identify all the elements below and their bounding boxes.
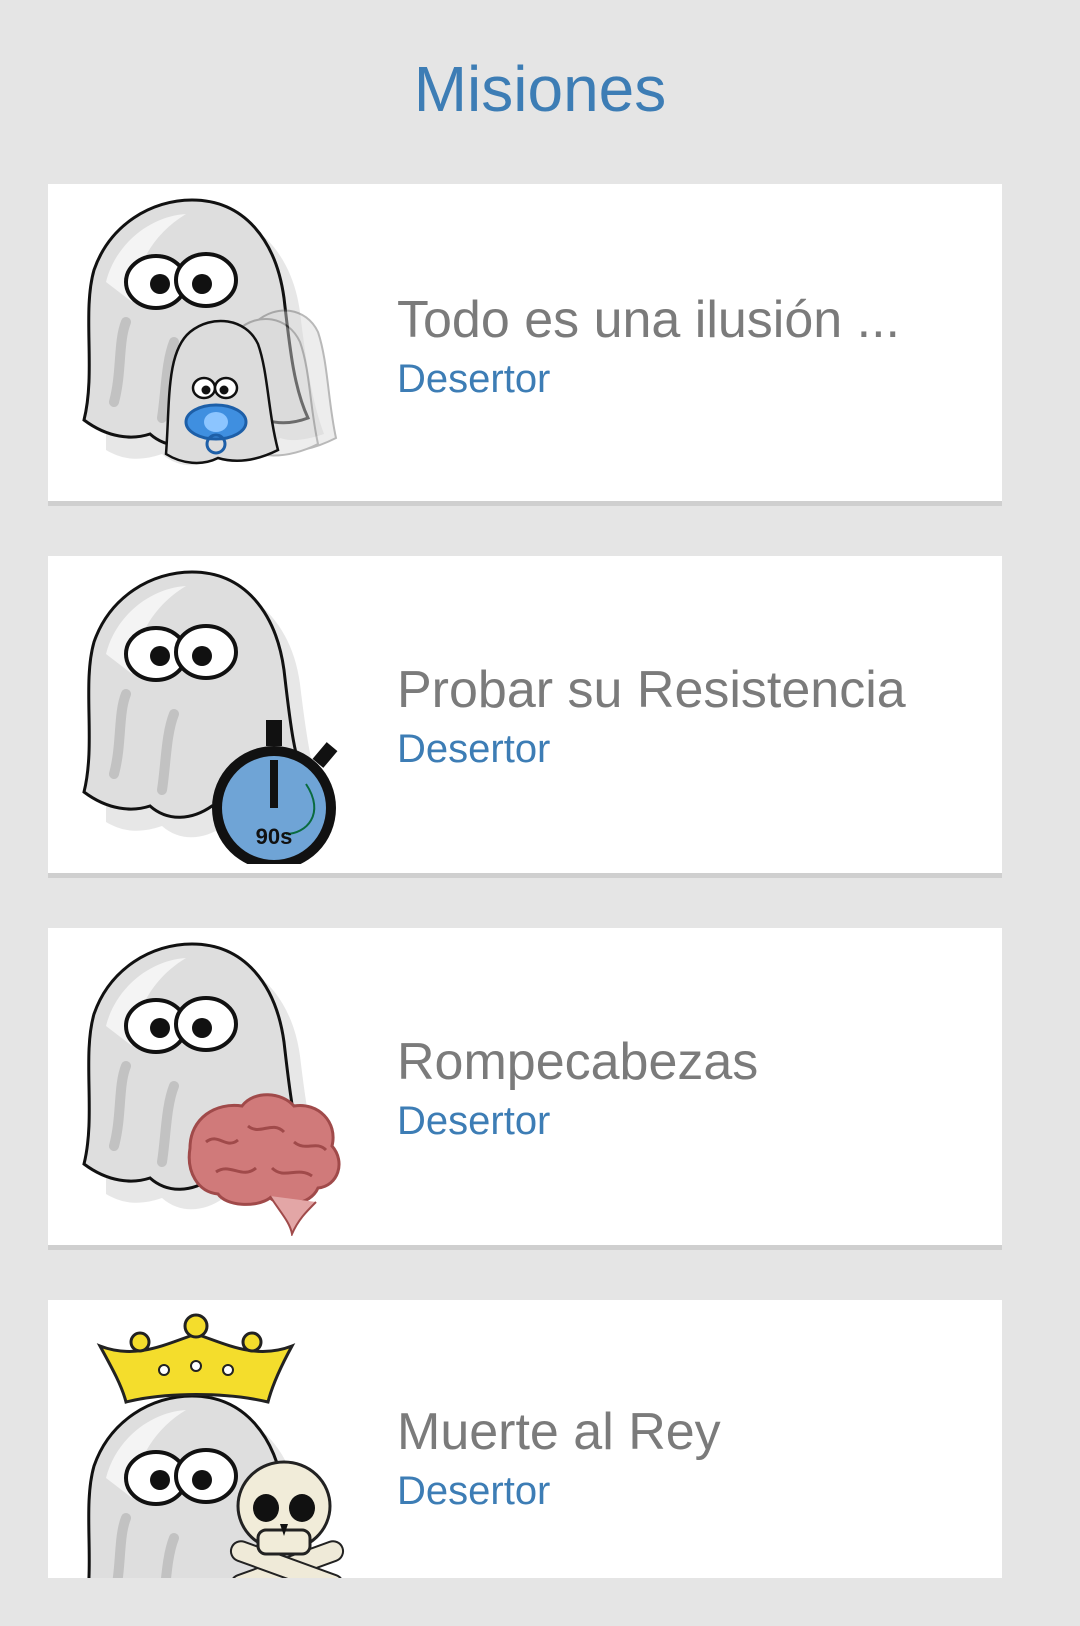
ghost-brain-icon: [66, 936, 341, 1236]
ghost-stopwatch-icon: 90s: [66, 564, 338, 864]
mission-rank: Desertor: [397, 727, 551, 772]
mission-rank: Desertor: [397, 357, 551, 402]
mission-text: Rompecabezas Desertor: [397, 1033, 759, 1144]
mission-title: Muerte al Rey: [397, 1403, 721, 1461]
mission-text: Todo es una ilusión ... Desertor: [397, 291, 900, 402]
ghost-clones-pacifier-icon: [66, 192, 338, 492]
mission-card-probar-su-resistencia[interactable]: 90s Probar su Resistencia Desertor: [48, 556, 1002, 878]
mission-text: Muerte al Rey Desertor: [397, 1403, 721, 1514]
mission-title: Todo es una ilusión ...: [397, 291, 900, 349]
mission-title: Rompecabezas: [397, 1033, 759, 1091]
mission-card-rompecabezas[interactable]: Rompecabezas Desertor: [48, 928, 1002, 1250]
stopwatch-label: 90s: [256, 824, 293, 849]
mission-title: Probar su Resistencia: [397, 661, 906, 719]
mission-card-muerte-al-rey[interactable]: Muerte al Rey Desertor: [48, 1300, 1002, 1578]
ghost-crown-skull-icon: [66, 1313, 345, 1578]
page-title: Misiones: [413, 53, 667, 125]
mission-card-todo-es-una-ilusion[interactable]: Todo es una ilusión ... Desertor: [48, 184, 1002, 506]
mission-rank: Desertor: [397, 1099, 551, 1144]
mission-text: Probar su Resistencia Desertor: [397, 661, 906, 772]
mission-rank: Desertor: [397, 1469, 551, 1514]
